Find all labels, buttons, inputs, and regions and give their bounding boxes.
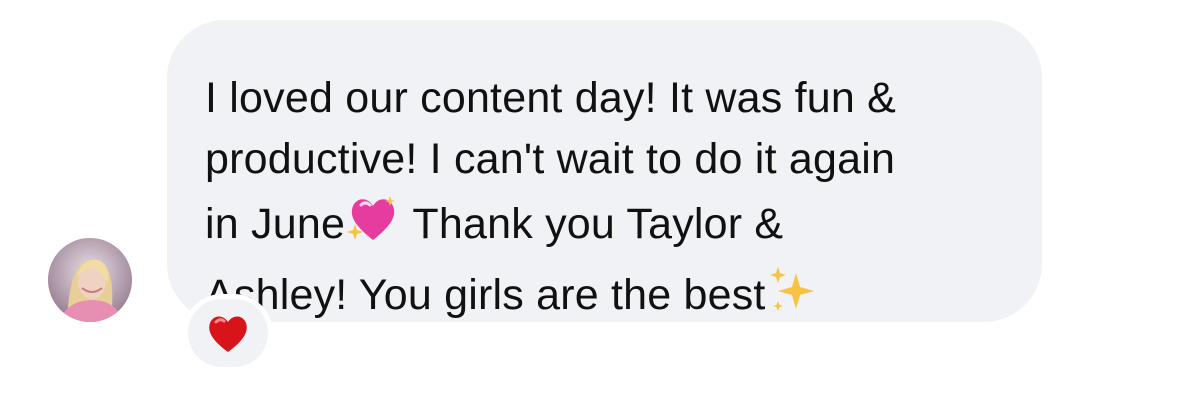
message-line-4: Ashley! You girls are the best [205, 271, 766, 319]
message-line-3-end: Thank you Taylor & [401, 200, 784, 248]
message-text: I loved our content day! It was fun & pr… [205, 68, 1006, 334]
red-heart-icon [205, 310, 251, 356]
sender-avatar[interactable] [48, 238, 132, 322]
sparkling-heart-icon [345, 190, 401, 263]
message-bubble[interactable]: I loved our content day! It was fun & pr… [167, 20, 1042, 322]
message-line-1: I loved our content day! It was fun & [205, 74, 897, 122]
avatar-photo [48, 238, 132, 322]
reaction-badge[interactable] [183, 294, 273, 372]
sparkles-icon [766, 263, 820, 334]
message-thread: I loved our content day! It was fun & pr… [0, 0, 1179, 414]
message-line-2: productive! I can't wait to do it again [205, 135, 896, 183]
message-line-3-start: in June [205, 200, 346, 248]
